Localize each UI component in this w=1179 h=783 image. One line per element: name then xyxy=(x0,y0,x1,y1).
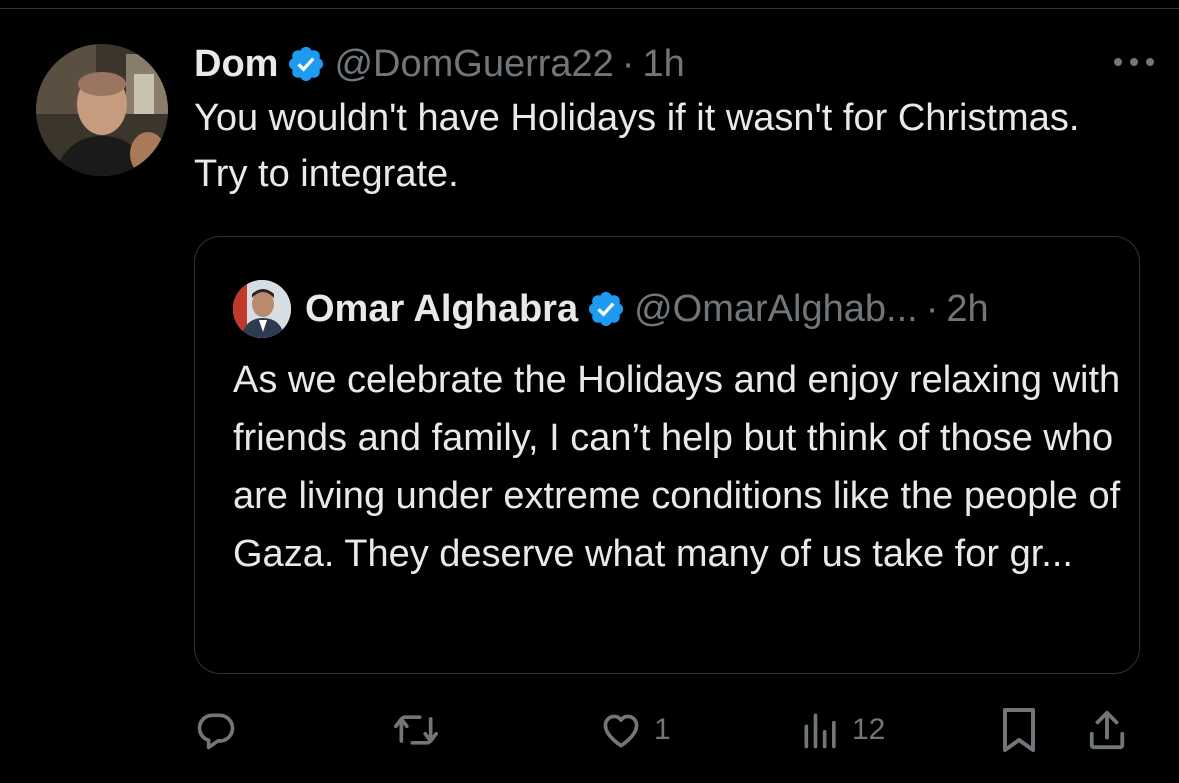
quoted-avatar-photo xyxy=(233,280,291,338)
retweet-icon xyxy=(392,708,440,752)
like-button[interactable]: 1 xyxy=(598,700,671,760)
separator: · xyxy=(925,287,939,330)
views-button[interactable]: 12 xyxy=(800,700,885,760)
author-avatar[interactable] xyxy=(36,44,168,176)
heart-icon xyxy=(598,708,644,752)
avatar-photo xyxy=(36,44,168,176)
quoted-tweet-time[interactable]: 2h xyxy=(946,288,988,331)
quoted-author-name[interactable]: Omar Alghabra xyxy=(305,288,578,331)
quoted-author-handle[interactable]: @OmarAlghab... xyxy=(634,288,918,331)
views-icon xyxy=(800,708,842,752)
bookmark-button[interactable] xyxy=(998,700,1040,760)
author-handle[interactable]: @DomGuerra22 xyxy=(334,43,613,86)
verified-badge-icon xyxy=(286,44,326,84)
more-icon[interactable] xyxy=(1111,52,1157,72)
quoted-author-avatar[interactable] xyxy=(233,280,291,338)
bookmark-icon xyxy=(998,706,1040,754)
tweet-header: Dom @DomGuerra22 · 1h xyxy=(194,38,1144,90)
views-count: 12 xyxy=(852,713,886,746)
author-name[interactable]: Dom xyxy=(194,43,278,86)
top-divider xyxy=(0,8,1179,9)
share-icon xyxy=(1086,707,1128,753)
separator: · xyxy=(621,42,635,85)
tweet-text: You wouldn't have Holidays if it wasn't … xyxy=(194,97,1080,195)
action-bar: 1 12 xyxy=(0,700,1179,760)
quoted-tweet-text: As we celebrate the Holidays and enjoy r… xyxy=(233,359,1121,575)
reply-button[interactable] xyxy=(194,700,248,760)
retweet-button[interactable] xyxy=(392,700,450,760)
share-button[interactable] xyxy=(1086,700,1128,760)
reply-icon xyxy=(194,708,238,752)
like-count: 1 xyxy=(654,713,671,746)
quoted-tweet-header: Omar Alghabra @OmarAlghab... · 2h xyxy=(233,277,989,341)
verified-badge-icon xyxy=(586,289,626,329)
tweet-body: Dom @DomGuerra22 · 1h You wouldn't have … xyxy=(194,38,1144,202)
quoted-tweet-card[interactable]: Omar Alghabra @OmarAlghab... · 2h As we … xyxy=(194,236,1140,674)
tweet-time[interactable]: 1h xyxy=(642,43,684,86)
